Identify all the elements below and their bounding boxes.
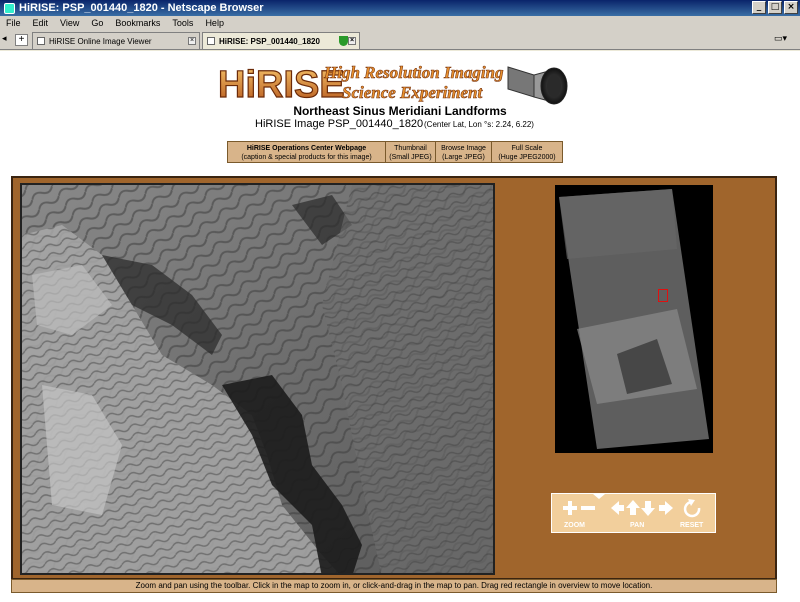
tab-close-icon[interactable]: × (188, 37, 196, 45)
pan-left-icon[interactable] (611, 501, 619, 515)
mars-terrain-image[interactable] (22, 185, 495, 575)
tab-psp-image[interactable]: HiRISE: PSP_001440_1820 × (202, 32, 360, 49)
center-lat-lon: (Center Lat, Lon °s: 2.24, 6.22) (424, 120, 534, 129)
page-icon (207, 37, 215, 45)
main-zoomed-image[interactable] (20, 183, 495, 575)
menu-file[interactable]: File (6, 18, 21, 28)
tab-list-menu-icon[interactable]: ▭▾ (774, 33, 796, 47)
image-id: HiRISE Image PSP_001440_1820 (255, 118, 424, 130)
link-subtitle: (Large JPEG) (442, 154, 485, 161)
menu-edit[interactable]: Edit (33, 18, 49, 28)
pan-down-icon[interactable] (641, 508, 655, 516)
pan-right-icon[interactable] (665, 501, 673, 515)
tab-image-viewer[interactable]: HiRISE Online Image Viewer × (32, 32, 200, 49)
menu-help[interactable]: Help (205, 18, 224, 28)
zoom-out-icon[interactable] (581, 506, 595, 510)
close-button[interactable]: × (784, 1, 798, 14)
page-icon (37, 37, 45, 45)
link-title: HiRISE Operations Center Webpage (246, 145, 367, 152)
zoom-in-icon[interactable] (563, 501, 577, 515)
help-instructions: Zoom and pan using the toolbar. Click in… (11, 579, 777, 593)
thumbnail-link[interactable]: Thumbnail (Small JPEG) (386, 142, 436, 162)
image-links-bar: HiRISE Operations Center Webpage (captio… (227, 141, 563, 163)
overview-location-rectangle[interactable] (658, 289, 668, 302)
telescope-icon (507, 66, 568, 105)
pan-label: PAN (630, 522, 645, 529)
minimize-button[interactable]: _ (752, 1, 766, 14)
tab-label: HiRISE Online Image Viewer (49, 36, 152, 46)
full-scale-link[interactable]: Full Scale (Huge JPEG2000) (492, 142, 562, 162)
overview-strip-image[interactable] (557, 189, 711, 449)
logo-tagline-2: Science Experiment (342, 83, 484, 102)
menu-bar: File Edit View Go Bookmarks Tools Help (0, 16, 800, 30)
operations-center-link[interactable]: HiRISE Operations Center Webpage (captio… (228, 142, 386, 162)
toolbar-pointer-icon (593, 494, 605, 499)
link-subtitle: (Small JPEG) (389, 154, 432, 161)
page-content: HiRISE High Resolution Imaging Science E… (0, 51, 800, 602)
hirise-logo: HiRISE High Resolution Imaging Science E… (217, 63, 568, 107)
link-subtitle: (Huge JPEG2000) (498, 154, 556, 161)
pan-up-icon[interactable] (626, 500, 640, 508)
logo-tagline-1: High Resolution Imaging (323, 63, 504, 82)
new-tab-button[interactable]: + (15, 34, 28, 46)
security-shield-icon (339, 36, 348, 46)
menu-go[interactable]: Go (91, 18, 103, 28)
browse-image-link[interactable]: Browse Image (Large JPEG) (436, 142, 492, 162)
window-title-bar: HiRISE: PSP_001440_1820 - Netscape Brows… (0, 0, 800, 16)
browser-app-icon (4, 2, 15, 14)
menu-bookmarks[interactable]: Bookmarks (115, 18, 160, 28)
navigation-toolbar: ZOOM PAN RESET (551, 493, 716, 533)
tab-label: HiRISE: PSP_001440_1820 (219, 36, 320, 46)
image-viewer: ZOOM PAN RESET (11, 176, 777, 580)
tab-close-icon[interactable]: × (348, 37, 356, 45)
overview-map[interactable] (555, 185, 713, 453)
reset-label: RESET (680, 522, 704, 529)
page-title: Northeast Sinus Meridiani Landforms (293, 104, 507, 118)
maximize-button[interactable]: □ (768, 1, 782, 14)
menu-tools[interactable]: Tools (172, 18, 193, 28)
reset-icon[interactable] (683, 499, 701, 518)
menu-view[interactable]: View (60, 18, 79, 28)
zoom-label: ZOOM (564, 522, 585, 529)
tab-scroll-left-icon[interactable]: ◂ (2, 33, 12, 47)
link-title: Full Scale (511, 145, 543, 152)
link-title: Browse Image (441, 145, 486, 152)
tab-bar: ◂ + HiRISE Online Image Viewer × HiRISE:… (0, 30, 800, 50)
link-title: Thumbnail (394, 145, 427, 152)
window-title: HiRISE: PSP_001440_1820 - Netscape Brows… (19, 2, 264, 14)
link-subtitle: (caption & special products for this ima… (241, 154, 372, 161)
